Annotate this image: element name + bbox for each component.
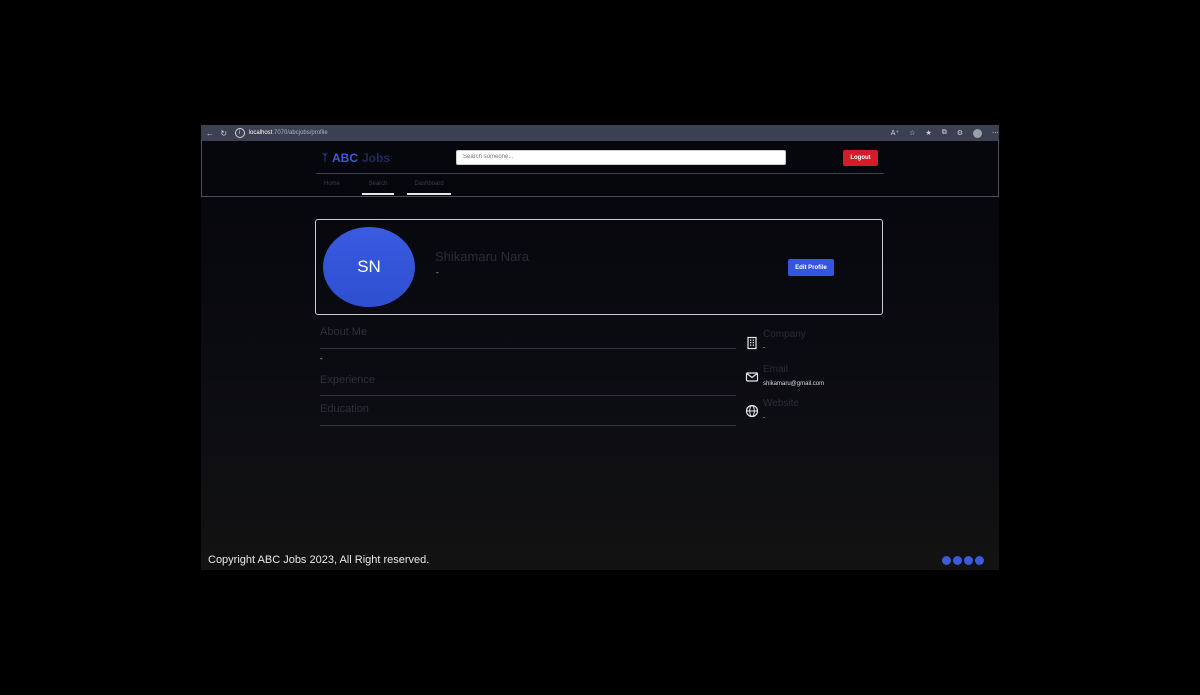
website-label: Website [763,398,799,409]
header-divider [316,173,884,174]
star-icon[interactable]: ☆ [909,129,915,137]
github-icon[interactable] [942,556,951,565]
building-icon [747,336,757,350]
url-host: localhost [248,130,273,136]
read-aloud-icon[interactable]: A⁺ [891,129,899,137]
facebook-icon[interactable] [964,556,973,565]
branch-icon: ᛉ [322,152,328,164]
refresh-icon[interactable]: ↻ [219,129,229,138]
youtube-icon[interactable] [975,556,984,565]
mail-icon [745,372,759,382]
collections-icon[interactable]: ⧉ [942,129,947,137]
profile-subtitle: - [436,268,439,277]
profile-avatar-icon[interactable] [973,128,982,138]
twitter-icon[interactable] [953,556,962,565]
info-icon[interactable]: i [234,128,245,138]
email-label: Email [763,364,789,375]
social-links [942,556,984,565]
footer-copyright: Copyright ABC Jobs 2023, All Right reser… [208,554,430,566]
app-header: ᛉ ABC Jobs Logout Home Search Dashboard [201,141,999,197]
about-me-value: - [320,354,323,363]
website-value: - [763,415,765,421]
experience-heading: Experience [320,374,376,386]
avatar: SN [323,227,415,307]
logout-button[interactable]: Logout [843,150,878,166]
search-input[interactable] [456,150,786,165]
extensions-icon[interactable]: ⚙ [957,129,963,137]
globe-icon [745,404,759,418]
profile-card: SN Shikamaru Nara - Edit Profile [315,219,883,315]
email-value: shikamaru@gmail.com [763,381,825,387]
company-value: - [763,345,765,351]
favorites-icon[interactable]: ★ [925,129,931,137]
tab-dashboard[interactable]: Dashboard [407,181,451,195]
more-icon[interactable]: ⋯ [992,129,999,137]
browser-tools: A⁺ ☆ ★ ⧉ ⚙ ⋯ [891,128,999,138]
address-bar[interactable]: i localhost:7070/abcjobs/profile [234,127,795,139]
edit-profile-button[interactable]: Edit Profile [788,259,834,276]
brand-logo[interactable]: ᛉ ABC Jobs [322,151,390,165]
url-path: :7070/abcjobs/profile [272,130,328,136]
education-divider [320,425,736,426]
tab-search[interactable]: Search [362,181,394,195]
back-icon[interactable]: ← [205,129,215,138]
education-heading: Education [320,403,369,415]
brand-abc: ABC [332,151,358,165]
browser-toolbar: ← ↻ i localhost:7070/abcjobs/profile A⁺ … [201,125,999,141]
about-divider [320,348,736,349]
profile-name: Shikamaru Nara [435,249,529,264]
browser-window: ← ↻ i localhost:7070/abcjobs/profile A⁺ … [201,125,999,570]
company-label: Company [763,329,806,340]
about-me-heading: About Me [320,326,368,338]
brand-jobs: Jobs [362,151,391,165]
experience-divider [320,395,736,396]
tab-home[interactable]: Home [324,181,340,193]
